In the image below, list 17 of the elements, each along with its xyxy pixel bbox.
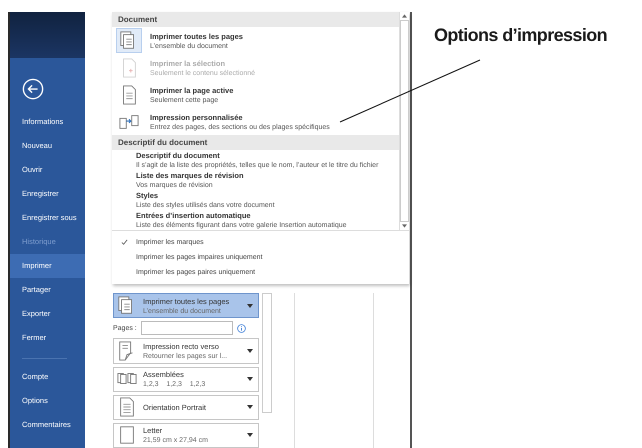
scroll-up-icon[interactable] [402, 14, 407, 18]
caret-icon [247, 433, 253, 438]
section-header: Descriptif du document [112, 135, 399, 150]
scroll-down-icon[interactable] [402, 224, 407, 228]
caret-icon [247, 377, 253, 382]
scrollbar[interactable] [399, 12, 409, 230]
info-icon [236, 324, 246, 333]
checkmark-icon [120, 239, 128, 246]
callout-label: Options d’impression [434, 25, 608, 46]
caret-icon [247, 405, 253, 410]
portrait-page-icon [117, 397, 137, 418]
caret-icon [247, 304, 253, 308]
section-header: Document [112, 12, 399, 27]
pages-input-field[interactable] [140, 321, 233, 336]
scrollbar[interactable] [262, 293, 272, 413]
paper-icon [117, 425, 137, 446]
caret-icon [247, 348, 253, 353]
